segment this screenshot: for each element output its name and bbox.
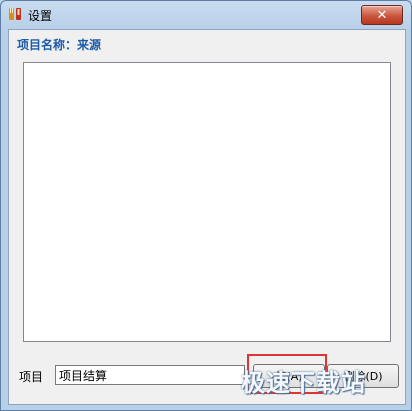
close-button[interactable]: ✕ <box>361 5 403 25</box>
project-name-label: 项目名称：来源 <box>17 38 102 52</box>
item-input[interactable] <box>55 365 245 385</box>
title-bar[interactable]: 设置 ✕ <box>1 1 411 29</box>
watermark-logo: 极速下载站 <box>241 369 366 397</box>
item-field-label: 项目 <box>19 370 44 384</box>
source-list[interactable] <box>23 62 391 342</box>
close-icon: ✕ <box>376 7 388 23</box>
dialog-body: 项目名称：来源 项目 加(A) 删除(D) <box>8 29 406 405</box>
fork-knife-icon <box>9 8 21 20</box>
settings-dialog: 设置 ✕ 项目名称：来源 项目 加(A) 删除(D) 极速下载站 <box>0 0 412 411</box>
window-title: 设置 <box>28 9 53 23</box>
